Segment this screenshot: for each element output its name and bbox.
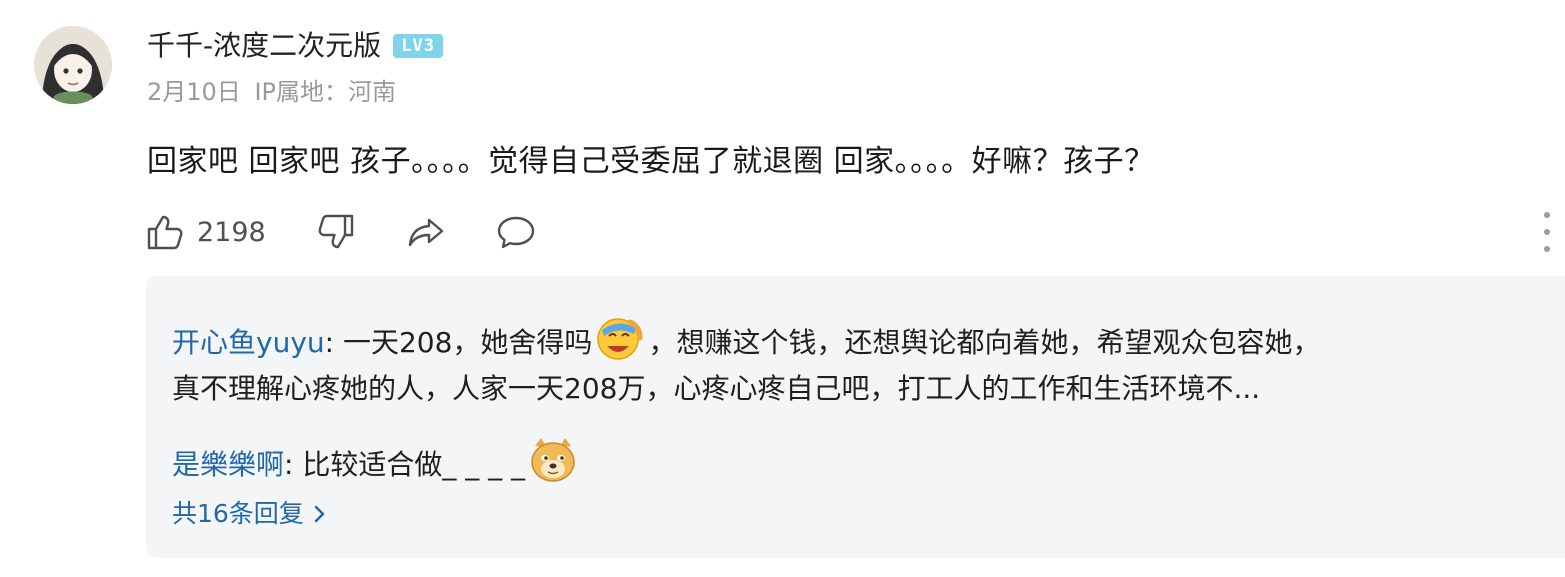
dislike-button[interactable] [316, 212, 356, 252]
replies-panel: 开心鱼yuyu: 一天208，她舍得吗 ，想赚这个钱，还想舆论都向着她，希望观众… [146, 276, 1565, 558]
avatar-portrait-icon [34, 26, 112, 104]
share-button[interactable] [406, 212, 446, 252]
comment-username-row: 千千-浓度二次元版 LV3 [147, 26, 444, 66]
thumbs-up-icon [147, 215, 183, 250]
reply-text: 一天208，她舍得吗 [342, 326, 593, 359]
like-count: 2198 [197, 216, 266, 248]
reply-text-line2: 真不理解心疼她的人，人家一天208万，心疼心疼自己吧，打工人的工作和生活环境不.… [172, 372, 1261, 405]
comment-text: 回家吧 回家吧 孩子。。。。觉得自己受委屈了就退圈 回家。。。。好嘛？孩子？ [147, 144, 1155, 179]
level-badge: LV3 [393, 34, 444, 58]
reply-author[interactable]: 是樂樂啊 [172, 448, 284, 481]
comment-username[interactable]: 千千-浓度二次元版 [147, 26, 381, 66]
reply-button[interactable] [496, 212, 536, 252]
share-icon [408, 218, 443, 247]
reply-item[interactable]: 是樂樂啊: 比较适合做_ _ _ _ [172, 436, 581, 496]
reply-separator: : [284, 448, 303, 481]
reply-text: 比较适合做_ _ _ _ [302, 448, 526, 481]
like-button[interactable]: 2198 [145, 212, 266, 252]
reply-text-continued: ，想赚这个钱，还想舆论都向着她，希望观众包容她， [648, 326, 1321, 359]
laugh-cry-emoji-icon [594, 316, 646, 372]
reply-item[interactable]: 开心鱼yuyu: 一天208，她舍得吗 ，想赚这个钱，还想舆论都向着她，希望观众… [172, 316, 1320, 372]
more-vertical-icon-dot [1544, 229, 1550, 235]
comment-meta: 2月10日 IP属地：河南 [147, 75, 396, 109]
doge-emoji-icon [527, 436, 579, 496]
avatar[interactable] [34, 26, 112, 104]
more-replies-label: 共16条回复 [172, 499, 304, 528]
comment-icon [497, 216, 534, 249]
reply-author[interactable]: 开心鱼yuyu [172, 326, 325, 359]
view-all-replies-link[interactable]: 共16条回复 [172, 496, 326, 532]
chevron-right-icon [314, 499, 326, 528]
comment-ip-location: IP属地：河南 [254, 78, 397, 106]
comment-date: 2月10日 [147, 78, 241, 106]
thumbs-down-icon [318, 214, 353, 249]
reply-separator: : [324, 326, 343, 359]
more-vertical-icon [1544, 212, 1550, 218]
more-options-button[interactable] [1540, 212, 1554, 252]
comment-actions: 2198 [145, 207, 536, 257]
more-vertical-icon-dot [1544, 246, 1550, 252]
